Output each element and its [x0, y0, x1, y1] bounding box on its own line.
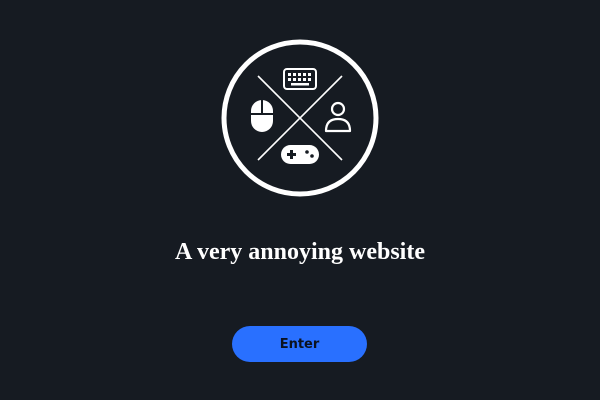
page-title: A very annoying website — [174, 239, 425, 265]
keyboard-icon — [283, 68, 317, 90]
mouse-icon — [251, 100, 273, 132]
gamepad-icon — [281, 145, 319, 164]
enter-button[interactable]: Enter — [232, 326, 367, 362]
site-logo — [220, 38, 380, 198]
user-icon — [324, 101, 352, 133]
logo-emblem — [221, 39, 379, 197]
